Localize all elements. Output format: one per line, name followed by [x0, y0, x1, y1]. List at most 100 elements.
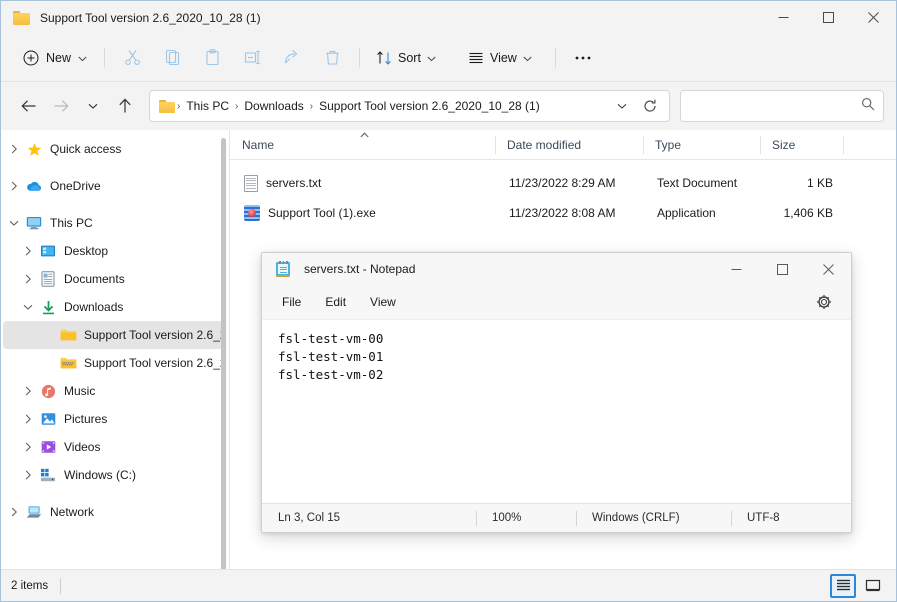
notepad-close-button[interactable]	[805, 253, 851, 285]
sidebar-item-windows-c[interactable]: Windows (C:)	[3, 461, 225, 489]
chevron-right-icon[interactable]	[17, 414, 39, 424]
cursor-position: Ln 3, Col 15	[278, 512, 341, 524]
column-header-label: Type	[655, 137, 682, 152]
notepad-minimize-button[interactable]	[713, 253, 759, 285]
notepad-menu-bar: File Edit View	[262, 285, 851, 319]
view-list-icon	[469, 52, 483, 63]
notepad-text-area[interactable]: fsl-test-vm-00 fsl-test-vm-01 fsl-test-v…	[262, 319, 851, 503]
folder-icon	[159, 99, 175, 113]
large-icons-view-icon	[865, 579, 881, 592]
search-box[interactable]	[680, 90, 884, 122]
chevron-right-icon[interactable]	[17, 470, 39, 480]
column-header-type[interactable]: Type	[643, 130, 760, 160]
refresh-button[interactable]	[635, 93, 665, 119]
cloud-icon	[25, 180, 43, 192]
sidebar-item-network[interactable]: Network	[3, 498, 225, 526]
file-name: servers.txt	[266, 176, 322, 190]
copy-button[interactable]	[152, 42, 192, 74]
rename-button[interactable]	[232, 42, 272, 74]
sort-ascending-icon	[360, 131, 369, 140]
encoding[interactable]: UTF-8	[731, 504, 796, 533]
sidebar-item-videos[interactable]: Videos	[3, 433, 225, 461]
chevron-right-icon[interactable]	[3, 507, 25, 517]
sidebar-item-onedrive[interactable]: OneDrive	[3, 172, 225, 200]
chevron-right-icon[interactable]	[3, 144, 25, 154]
sidebar-item-desktop[interactable]: Desktop	[3, 237, 225, 265]
network-icon	[25, 505, 43, 519]
sidebar-label: Network	[50, 505, 95, 519]
large-icons-view-button[interactable]	[860, 574, 886, 598]
zoom-level[interactable]: 100%	[476, 504, 576, 533]
sort-icon	[377, 50, 391, 65]
forward-button[interactable]	[45, 90, 77, 122]
chevron-right-icon[interactable]	[17, 442, 39, 452]
chevron-down-icon	[523, 51, 532, 65]
line-ending[interactable]: Windows (CRLF)	[576, 504, 731, 533]
chevron-down-icon	[617, 103, 627, 109]
back-button[interactable]	[13, 90, 45, 122]
details-view-button[interactable]	[830, 573, 856, 598]
sidebar-label: Documents	[64, 272, 125, 286]
sidebar-item-documents[interactable]: Documents	[3, 265, 225, 293]
sidebar-item-this-pc[interactable]: This PC	[3, 209, 225, 237]
navigation-pane-scrollbar[interactable]	[221, 138, 226, 569]
sidebar-item-quick-access[interactable]: Quick access	[3, 135, 225, 163]
up-button[interactable]	[109, 90, 141, 122]
chevron-right-icon[interactable]	[3, 181, 25, 191]
address-bar[interactable]: › This PC › Downloads › Support Tool ver…	[149, 90, 670, 122]
address-dropdown-button[interactable]	[609, 93, 635, 119]
breadcrumb-separator: ›	[235, 100, 239, 112]
see-more-button[interactable]	[563, 42, 603, 74]
column-header-size[interactable]: Size	[760, 130, 843, 160]
table-row[interactable]: servers.txt 11/23/2022 8:29 AM Text Docu…	[232, 168, 894, 198]
clipboard-icon	[205, 49, 219, 66]
menu-view[interactable]: View	[358, 290, 408, 314]
sidebar-item-pictures[interactable]: Pictures	[3, 405, 225, 433]
sidebar-label: Support Tool version 2.6_202	[84, 356, 221, 370]
chevron-right-icon[interactable]	[17, 246, 39, 256]
sort-button-label: Sort	[398, 50, 421, 65]
sidebar-label: Quick access	[50, 142, 122, 156]
paste-button[interactable]	[192, 42, 232, 74]
gear-icon[interactable]	[811, 289, 837, 315]
chevron-down-icon[interactable]	[17, 304, 39, 311]
music-icon	[39, 384, 57, 399]
breadcrumb-item-this-pc[interactable]: This PC	[182, 96, 233, 116]
column-header-date-modified[interactable]: Date modified	[495, 130, 643, 160]
breadcrumb-separator: ›	[177, 100, 181, 112]
sidebar-label: Downloads	[64, 300, 124, 314]
minimize-button[interactable]	[761, 1, 806, 34]
sidebar-item-support-tool-folder[interactable]: Support Tool version 2.6_202	[3, 321, 225, 349]
chevron-down-icon	[88, 103, 98, 109]
recent-locations-button[interactable]	[77, 90, 109, 122]
desktop-icon	[39, 244, 57, 258]
chevron-right-icon[interactable]	[17, 274, 39, 284]
search-input[interactable]	[689, 99, 861, 113]
chevron-down-icon[interactable]	[3, 220, 25, 227]
column-header-name[interactable]: Name	[230, 130, 495, 160]
notepad-window-controls	[713, 253, 851, 285]
breadcrumb-item-current-folder[interactable]: Support Tool version 2.6_2020_10_28 (1)	[315, 96, 544, 116]
share-button[interactable]	[272, 42, 312, 74]
sidebar-item-support-tool-zip[interactable]: Support Tool version 2.6_202	[3, 349, 225, 377]
sort-button[interactable]: Sort	[367, 42, 445, 74]
menu-edit[interactable]: Edit	[313, 290, 358, 314]
notepad-status-bar: Ln 3, Col 15 100% Windows (CRLF) UTF-8	[262, 503, 851, 532]
folder-icon	[59, 328, 77, 342]
chevron-right-icon[interactable]	[17, 386, 39, 396]
table-row[interactable]: Support Tool (1).exe 11/23/2022 8:08 AM …	[232, 198, 894, 228]
view-button[interactable]: View	[459, 42, 541, 74]
cut-button[interactable]	[112, 42, 152, 74]
sidebar-item-downloads[interactable]: Downloads	[3, 293, 225, 321]
notepad-icon	[276, 261, 290, 277]
breadcrumb-item-downloads[interactable]: Downloads	[240, 96, 307, 116]
notepad-maximize-button[interactable]	[759, 253, 805, 285]
new-button[interactable]: New	[13, 42, 97, 74]
file-date: 11/23/2022 8:29 AM	[509, 176, 616, 190]
maximize-button[interactable]	[806, 1, 851, 34]
close-button[interactable]	[851, 1, 896, 34]
menu-file[interactable]: File	[270, 290, 313, 314]
delete-button[interactable]	[312, 42, 352, 74]
sidebar-item-music[interactable]: Music	[3, 377, 225, 405]
arrow-left-icon	[21, 100, 36, 112]
